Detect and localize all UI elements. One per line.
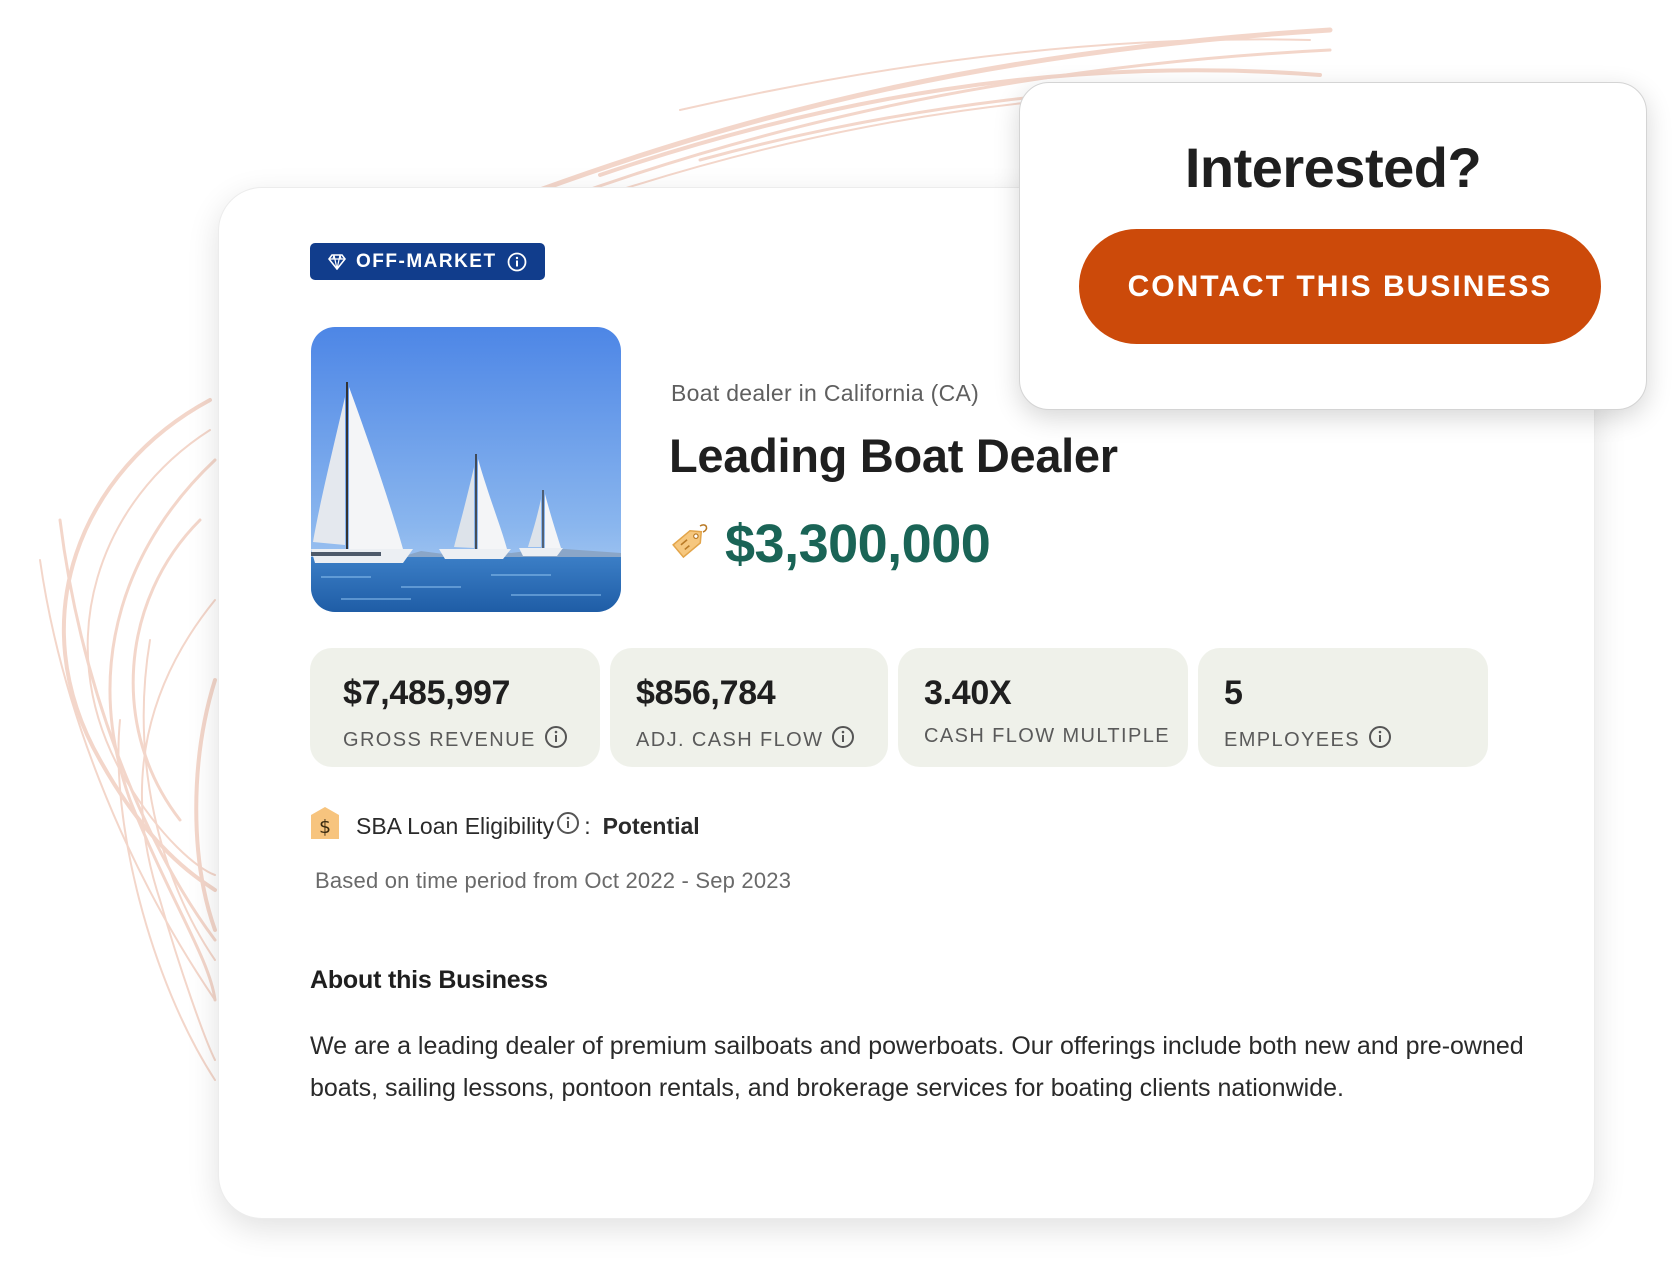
sba-value: Potential — [602, 812, 700, 839]
contact-business-button[interactable]: CONTACT THIS BUSINESS — [1079, 229, 1601, 344]
stat-adj-cash-flow: $856,784 ADJ. CASH FLOW — [610, 648, 888, 767]
stat-label-row: EMPLOYEES — [1224, 725, 1488, 755]
price-tag-icon — [667, 520, 711, 569]
price-row: $3,300,000 — [667, 513, 991, 575]
sba-separator: : — [584, 812, 591, 839]
about-text: We are a leading dealer of premium sailb… — [310, 1032, 1524, 1102]
time-period-note: Based on time period from Oct 2022 - Sep… — [315, 868, 792, 893]
listing-photo — [311, 327, 621, 612]
dollar-tag-icon: $ — [310, 806, 340, 846]
stat-label-row: CASH FLOW MULTIPLE — [924, 725, 1188, 748]
stat-label: GROSS REVENUE — [343, 728, 536, 751]
about-heading: About this Business — [310, 966, 548, 994]
contact-popup: Interested? CONTACT THIS BUSINESS — [1019, 82, 1647, 410]
stat-value: 3.40X — [924, 674, 1012, 712]
stat-value: $7,485,997 — [343, 674, 511, 712]
diamond-icon — [328, 253, 346, 270]
stat-cash-flow-multiple: 3.40X CASH FLOW MULTIPLE — [898, 648, 1188, 767]
stat-value: $856,784 — [636, 674, 776, 712]
stat-label: EMPLOYEES — [1224, 728, 1360, 751]
stat-label-row: ADJ. CASH FLOW — [636, 725, 888, 755]
info-icon[interactable] — [1368, 725, 1392, 755]
listing-title: Leading Boat Dealer — [669, 429, 1118, 482]
info-icon[interactable] — [544, 725, 568, 755]
stat-employees: 5 EMPLOYEES — [1198, 648, 1488, 767]
badge-label: OFF-MARKET — [356, 250, 497, 272]
listing-subtitle: Boat dealer in California (CA) — [671, 380, 980, 406]
stats-row: $7,485,997 GROSS REVENUE $856,784 ADJ. C… — [310, 648, 1488, 767]
listing-price: $3,300,000 — [725, 514, 991, 574]
info-icon[interactable] — [831, 725, 855, 755]
popup-title: Interested? — [1184, 136, 1482, 199]
stat-label: ADJ. CASH FLOW — [636, 728, 824, 751]
info-icon[interactable] — [556, 811, 580, 841]
stat-gross-revenue: $7,485,997 GROSS REVENUE — [310, 648, 600, 767]
stat-value: 5 — [1224, 674, 1243, 712]
sba-label: SBA Loan Eligibility — [356, 812, 555, 839]
stat-label: CASH FLOW MULTIPLE — [924, 725, 1170, 747]
off-market-badge[interactable]: OFF-MARKET — [310, 243, 545, 280]
sba-eligibility-row: $ SBA Loan Eligibility : Potential — [310, 806, 700, 846]
svg-text:$: $ — [319, 816, 331, 838]
info-icon[interactable] — [507, 252, 527, 272]
stat-label-row: GROSS REVENUE — [343, 725, 600, 755]
